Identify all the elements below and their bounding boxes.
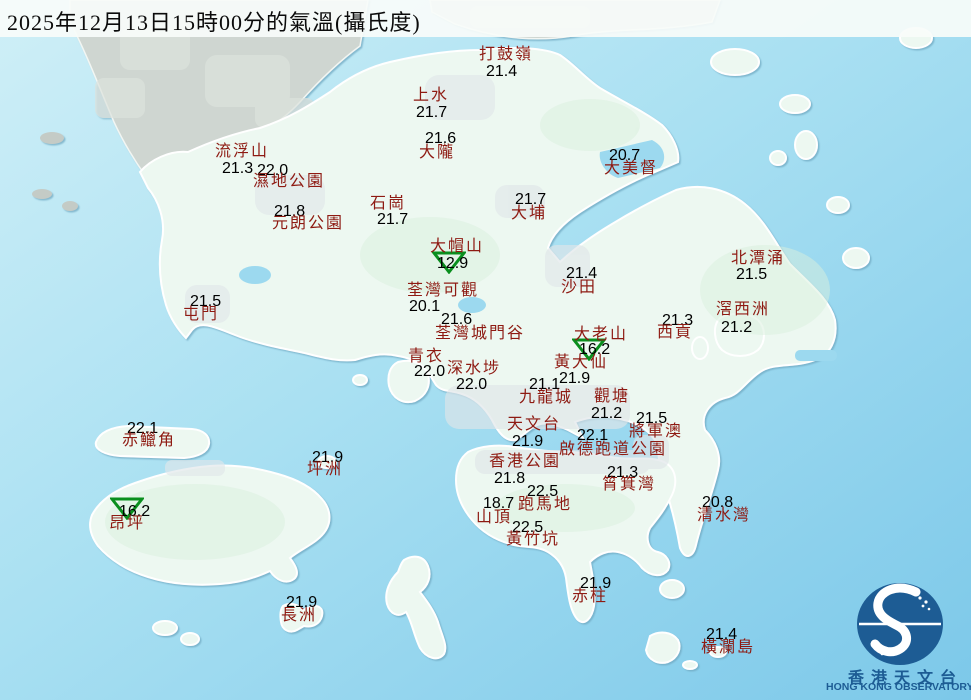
station-name: 長洲	[281, 607, 318, 624]
station-name: 啟德跑道公園	[559, 441, 668, 458]
station-name: 香港公園	[489, 453, 562, 470]
station-temperature: 22.0	[414, 363, 446, 380]
station-name: 大埔	[511, 205, 548, 222]
station-temperature: 21.2	[721, 319, 753, 336]
station-name: 流浮山	[215, 143, 270, 160]
map-title: 2025年12月13日15時00分的氣溫(攝氏度)	[7, 10, 421, 35]
station-temperature: 21.8	[494, 470, 526, 487]
station-temperature: 22.0	[456, 376, 488, 393]
title-bar: 2025年12月13日15時00分的氣溫(攝氏度)	[0, 0, 971, 37]
station-name: 坪洲	[307, 461, 344, 478]
station-name: 天文台	[507, 416, 562, 433]
hko-logo-icon	[857, 583, 943, 665]
station-name: 黃大仙	[554, 354, 609, 371]
station-name: 荃灣可觀	[407, 282, 480, 299]
hko-logo-name-en: HONG KONG OBSERVATORY	[826, 681, 971, 693]
station-name: 大美督	[604, 160, 659, 177]
station-temperature: 12.9	[437, 255, 469, 272]
station-name: 深水埗	[447, 360, 502, 377]
station-name: 上水	[413, 87, 450, 104]
station-name: 滘西洲	[716, 301, 771, 318]
station-temperature: 21.7	[377, 211, 409, 228]
station-name: 屯門	[183, 306, 220, 323]
station-name: 大帽山	[430, 238, 485, 255]
station-temperature: 21.5	[736, 266, 768, 283]
station-name: 赤柱	[572, 588, 609, 605]
hko-temperature-map: 21.4 打鼓嶺 21.7 上水 21.6 大隴 21.3 流浮山 22.0 濕地公園 21.7 石崗…	[0, 0, 971, 700]
station-name: 昂坪	[109, 515, 146, 532]
station-name: 跑馬地	[518, 496, 573, 513]
station-name: 沙田	[561, 279, 598, 296]
station-name: 筲箕灣	[602, 476, 657, 493]
station-name: 清水灣	[697, 507, 752, 524]
station-name: 青衣	[408, 348, 445, 365]
station-name: 元朗公園	[272, 215, 345, 232]
station-temperature: 21.7	[416, 104, 448, 121]
station-name: 北潭涌	[731, 250, 786, 267]
station-temperature: 21.9	[559, 370, 591, 387]
station-name: 觀塘	[594, 388, 631, 405]
station-name: 荃灣城門谷	[435, 325, 526, 342]
station-name: 將軍澳	[629, 423, 684, 440]
station-name: 山頂	[476, 509, 513, 526]
station-name: 黃竹坑	[506, 531, 561, 548]
station-name: 濕地公園	[253, 173, 326, 190]
station-name: 西貢	[657, 324, 694, 341]
station-name: 赤鱲角	[122, 432, 177, 449]
station-name: 大老山	[574, 326, 629, 343]
station-name: 打鼓嶺	[479, 46, 534, 63]
station-temperature: 21.9	[512, 433, 544, 450]
station-temperature: 21.2	[591, 405, 623, 422]
station-temperature: 21.3	[222, 160, 254, 177]
station-name: 橫瀾島	[701, 639, 756, 656]
station-temperature: 21.4	[486, 63, 518, 80]
station-name: 石崗	[370, 195, 407, 212]
station-name: 大隴	[419, 144, 456, 161]
station-name: 九龍城	[519, 389, 574, 406]
hko-logo: 香港天文台 HONG KONG OBSERVATORY	[826, 580, 971, 698]
station-temperature: 20.1	[409, 298, 441, 315]
